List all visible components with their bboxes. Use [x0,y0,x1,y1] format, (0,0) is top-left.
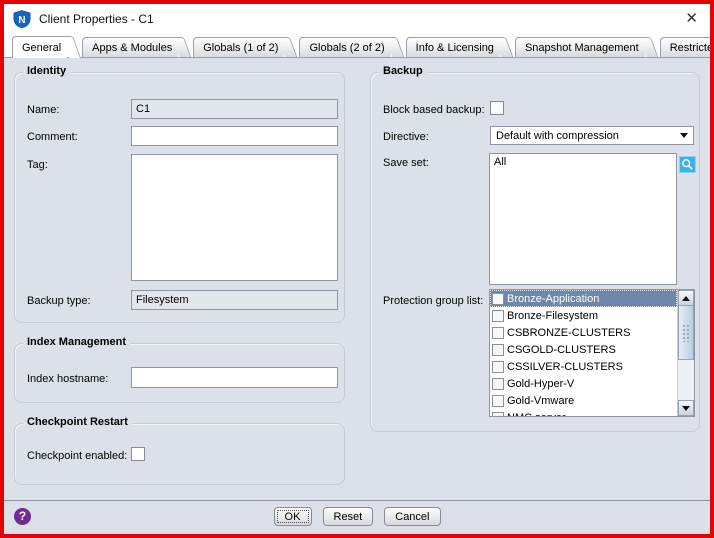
item-checkbox[interactable] [492,293,504,305]
ok-button[interactable]: OK [274,507,312,526]
item-label: CSBRONZE-CLUSTERS [507,327,630,339]
list-item-bronze-application[interactable]: Bronze-Application [490,290,677,307]
list-item-gold-hyper-v[interactable]: Gold-Hyper-V [490,375,677,392]
networker-shield-icon: N [13,10,31,28]
backup-group: Backup Block based backup: Directive: De… [370,72,700,432]
identity-legend: Identity [23,65,70,77]
index-management-group: Index Management Index hostname: [14,343,345,403]
reset-button[interactable]: Reset [323,507,374,526]
item-label: NMC server [507,412,566,418]
directive-dropdown[interactable]: Default with compression [490,126,694,145]
svg-text:N: N [18,14,25,25]
tab-snapshot-management[interactable]: Snapshot Management [515,37,645,57]
tab-general[interactable]: General [12,36,67,58]
title-bar: N Client Properties - C1 ✕ [4,4,710,33]
item-checkbox[interactable] [492,344,504,356]
comment-label: Comment: [27,131,78,143]
item-label: Bronze-Application [507,293,599,305]
checkpoint-restart-legend: Checkpoint Restart [23,416,132,428]
backup-type-field [131,290,338,310]
list-item-csgold-clusters[interactable]: CSGOLD-CLUSTERS [490,341,677,358]
item-checkbox[interactable] [492,327,504,339]
index-hostname-field[interactable] [131,367,338,388]
arrow-down-icon [682,406,690,411]
tab-apps-modules[interactable]: Apps & Modules [82,37,178,57]
dialog-footer: ? OK Reset Cancel [4,500,710,533]
item-checkbox[interactable] [492,378,504,390]
checkpoint-restart-group: Checkpoint Restart Checkpoint enabled: [14,423,345,485]
list-item-cssilver-clusters[interactable]: CSSILVER-CLUSTERS [490,358,677,375]
tag-field[interactable] [131,154,338,281]
scrollbar-thumb[interactable] [678,306,694,360]
directive-label: Directive: [383,131,429,143]
item-label: CSSILVER-CLUSTERS [507,361,623,373]
tag-label: Tag: [27,159,48,171]
directive-selected-value: Default with compression [496,130,680,142]
block-based-backup-checkbox[interactable] [490,101,504,115]
item-label: Bronze-Filesystem [507,310,598,322]
window-title: Client Properties - C1 [39,12,675,26]
item-label: Gold-Hyper-V [507,378,574,390]
name-field [131,99,338,119]
item-checkbox[interactable] [492,361,504,373]
scroll-down-button[interactable] [678,400,694,416]
backup-type-label: Backup type: [27,295,91,307]
protection-group-list-label: Protection group list: [383,295,483,307]
list-item-csbronze-clusters[interactable]: CSBRONZE-CLUSTERS [490,324,677,341]
tab-globals-2[interactable]: Globals (2 of 2) [299,37,390,57]
save-set-label: Save set: [383,157,429,169]
list-item-bronze-filesystem[interactable]: Bronze-Filesystem [490,307,677,324]
index-hostname-label: Index hostname: [27,373,108,385]
vertical-scrollbar[interactable] [677,290,694,416]
block-based-backup-label: Block based backup: [383,104,485,116]
scroll-up-button[interactable] [678,290,694,306]
item-checkbox[interactable] [492,412,504,418]
item-label: CSGOLD-CLUSTERS [507,344,616,356]
checkpoint-enabled-checkbox[interactable] [131,447,145,461]
backup-legend: Backup [379,65,427,77]
identity-group: Identity Name: Comment: Tag: Backup type… [14,72,345,323]
item-checkbox[interactable] [492,395,504,407]
checkpoint-enabled-label: Checkpoint enabled: [27,450,127,462]
client-properties-dialog: N Client Properties - C1 ✕ General Apps … [0,0,714,538]
comment-field[interactable] [131,126,338,146]
scrollbar-track[interactable] [678,360,694,400]
save-set-browse-button[interactable] [679,156,696,173]
tab-info-licensing[interactable]: Info & Licensing [406,37,500,57]
index-management-legend: Index Management [23,336,130,348]
name-label: Name: [27,104,59,116]
search-icon [681,158,694,171]
tab-restricted-data-zones[interactable]: Restricted Data Zones [660,37,714,57]
tab-bar: General Apps & Modules Globals (1 of 2) … [4,33,710,58]
close-icon[interactable]: ✕ [683,11,700,26]
tab-globals-1[interactable]: Globals (1 of 2) [193,37,284,57]
save-set-field[interactable]: All [489,153,677,285]
button-row: OK Reset Cancel [4,507,710,526]
chevron-down-icon [680,133,688,138]
list-item-gold-vmware[interactable]: Gold-Vmware [490,392,677,409]
cancel-button[interactable]: Cancel [384,507,440,526]
list-item-nmc-server[interactable]: NMC server [490,409,677,417]
item-label: Gold-Vmware [507,395,574,407]
protection-group-list: Bronze-Application Bronze-Filesystem CSB… [489,289,695,417]
arrow-up-icon [682,296,690,301]
item-checkbox[interactable] [492,310,504,322]
general-tab-panel: Identity Name: Comment: Tag: Backup type… [4,58,710,500]
